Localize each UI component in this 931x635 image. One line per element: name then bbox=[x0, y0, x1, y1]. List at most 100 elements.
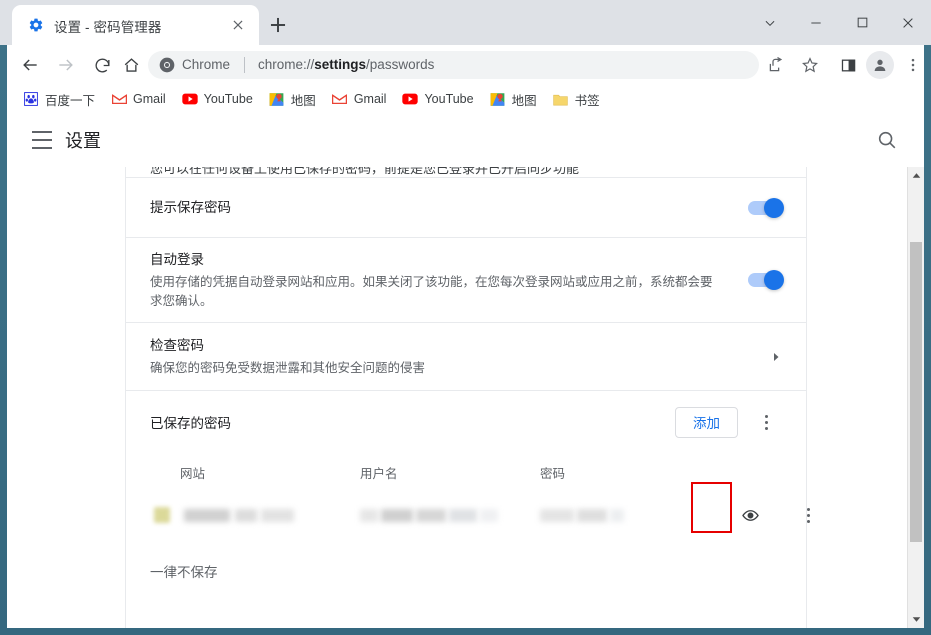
redacted-bar bbox=[184, 508, 230, 522]
row-auto-signin[interactable]: 自动登录 使用存储的凭据自动登录网站和应用。如果关闭了该功能，在您每次登录网站或… bbox=[126, 238, 806, 323]
row-check-passwords[interactable]: 检查密码 确保您的密码免受数据泄露和其他安全问题的侵害 bbox=[126, 323, 806, 391]
page-scrollbar[interactable] bbox=[907, 167, 924, 628]
chevron-right-icon[interactable] bbox=[770, 351, 782, 363]
passwords-table: 网站 用户名 密码 bbox=[126, 453, 810, 539]
browser-tab[interactable]: 设置 - 密码管理器 bbox=[12, 5, 259, 45]
window-controls bbox=[747, 0, 931, 45]
gear-icon bbox=[28, 17, 44, 33]
eye-icon[interactable] bbox=[736, 501, 764, 529]
close-window-button[interactable] bbox=[885, 0, 931, 45]
add-password-button[interactable]: 添加 bbox=[675, 406, 738, 438]
settings-card: 您可以在任何设备上使用已保存的密码，前提是您已登录并已开启同步功能 提示保存密码 bbox=[125, 167, 810, 628]
saved-passwords-actions: 添加 bbox=[675, 406, 782, 438]
redacted-bar bbox=[416, 508, 446, 522]
bookmarks-bar: 百度一下 Gmail YouTube 地图 Gmail YouTube 地图 书… bbox=[7, 85, 924, 114]
side-panel-icon[interactable] bbox=[836, 53, 860, 77]
row-title: 提示保存密码 bbox=[150, 199, 231, 215]
cell-site-redacted bbox=[150, 507, 360, 523]
scrollbar-thumb[interactable] bbox=[910, 242, 922, 542]
bookmark-label: Gmail bbox=[353, 92, 387, 106]
site-favicon bbox=[154, 507, 170, 523]
redacted-bar bbox=[540, 508, 574, 522]
maximize-button[interactable] bbox=[839, 0, 885, 45]
youtube-icon bbox=[182, 91, 198, 107]
tab-strip: 设置 - 密码管理器 bbox=[0, 0, 931, 45]
row-prompt-save-password[interactable]: 提示保存密码 bbox=[126, 178, 806, 238]
toggle-auto-signin[interactable] bbox=[748, 270, 784, 290]
redacted-bar bbox=[480, 508, 498, 522]
cell-username-redacted bbox=[360, 508, 540, 522]
bookmark-youtube-1[interactable]: YouTube bbox=[174, 87, 261, 111]
profile-avatar[interactable] bbox=[866, 51, 894, 79]
row-more-icon[interactable] bbox=[792, 499, 824, 531]
bookmark-maps-1[interactable]: 地图 bbox=[261, 87, 324, 111]
saved-passwords-label: 已保存的密码 bbox=[150, 416, 231, 431]
baidu-icon bbox=[23, 91, 39, 107]
never-saved-label: 一律不保存 bbox=[150, 565, 218, 580]
redacted-bar bbox=[261, 508, 294, 522]
settings-page: 设置 您可以在任何设备上使用已保存的密码，前提是您已登录并已开启同步功能 提示保… bbox=[7, 113, 924, 628]
share-icon[interactable] bbox=[764, 53, 788, 77]
bookmark-folder[interactable]: 书签 bbox=[545, 87, 608, 111]
bookmark-gmail-2[interactable]: Gmail bbox=[324, 87, 395, 111]
settings-content: 您可以在任何设备上使用已保存的密码，前提是您已登录并已开启同步功能 提示保存密码 bbox=[7, 167, 924, 628]
hamburger-icon[interactable] bbox=[32, 131, 52, 149]
search-icon[interactable] bbox=[876, 129, 898, 151]
redacted-bar bbox=[360, 508, 378, 522]
omnibox-separator bbox=[244, 57, 245, 73]
url-suffix: /passwords bbox=[366, 57, 435, 72]
page-title: 设置 bbox=[65, 131, 101, 151]
bookmark-label: Gmail bbox=[133, 92, 166, 106]
address-bar[interactable]: Chrome chrome://settings/passwords bbox=[148, 51, 759, 79]
bookmark-label: 书签 bbox=[574, 93, 600, 108]
maps-icon bbox=[490, 91, 506, 107]
browser-window: 设置 - 密码管理器 Chrome chrome://settings/pass… bbox=[0, 0, 931, 635]
bookmark-gmail-1[interactable]: Gmail bbox=[103, 87, 174, 111]
bookmark-label: YouTube bbox=[424, 92, 474, 106]
browser-menu-icon[interactable] bbox=[901, 53, 925, 77]
omnibox-scheme-label: Chrome bbox=[182, 57, 231, 72]
column-header-site: 网站 bbox=[180, 466, 206, 481]
bookmark-maps-2[interactable]: 地图 bbox=[482, 87, 545, 111]
browser-toolbar: Chrome chrome://settings/passwords bbox=[7, 45, 924, 85]
scroll-down-arrow-icon[interactable] bbox=[908, 611, 924, 628]
clipped-text: 您可以在任何设备上使用已保存的密码，前提是您已登录并已开启同步功能 bbox=[150, 167, 580, 176]
row-title: 检查密码 bbox=[150, 337, 204, 353]
tab-search-button[interactable] bbox=[747, 0, 793, 45]
url-prefix: chrome:// bbox=[258, 57, 315, 72]
gmail-icon bbox=[111, 91, 127, 107]
clipped-text-row: 您可以在任何设备上使用已保存的密码，前提是您已登录并已开启同步功能 bbox=[126, 167, 806, 177]
back-arrow-icon[interactable] bbox=[18, 53, 42, 77]
toggle-knob bbox=[764, 197, 784, 218]
saved-passwords-more-icon[interactable] bbox=[750, 406, 782, 438]
table-row[interactable] bbox=[126, 482, 810, 539]
youtube-icon bbox=[402, 91, 419, 107]
row-texts: 提示保存密码 bbox=[150, 198, 251, 218]
redacted-bar bbox=[449, 508, 477, 522]
scroll-up-arrow-icon[interactable] bbox=[908, 167, 924, 184]
home-icon[interactable] bbox=[119, 53, 143, 77]
column-header-password: 密码 bbox=[540, 466, 566, 481]
saved-passwords-header: 已保存的密码 添加 bbox=[126, 391, 806, 453]
redacted-bar bbox=[235, 508, 257, 522]
table-header-row: 网站 用户名 密码 bbox=[126, 453, 806, 491]
cell-password-redacted bbox=[540, 508, 700, 522]
gmail-icon bbox=[332, 91, 348, 107]
star-icon[interactable] bbox=[798, 53, 822, 77]
bookmark-baidu[interactable]: 百度一下 bbox=[15, 87, 103, 111]
bookmark-youtube-2[interactable]: YouTube bbox=[394, 87, 481, 111]
bookmark-label: 百度一下 bbox=[45, 93, 96, 108]
redacted-bar bbox=[610, 508, 624, 522]
minimize-button[interactable] bbox=[793, 0, 839, 45]
new-tab-button[interactable] bbox=[265, 12, 291, 38]
folder-icon bbox=[553, 91, 569, 107]
redacted-bar bbox=[577, 508, 607, 522]
close-icon[interactable] bbox=[231, 18, 245, 32]
row-subtitle: 确保您的密码免受数据泄露和其他安全问题的侵害 bbox=[150, 360, 426, 375]
reload-icon[interactable] bbox=[90, 53, 114, 77]
column-header-username: 用户名 bbox=[360, 466, 398, 481]
forward-arrow-icon bbox=[54, 53, 78, 77]
cell-actions bbox=[700, 499, 824, 531]
toggle-prompt-save-password[interactable] bbox=[748, 197, 784, 218]
toggle-knob bbox=[764, 270, 784, 290]
